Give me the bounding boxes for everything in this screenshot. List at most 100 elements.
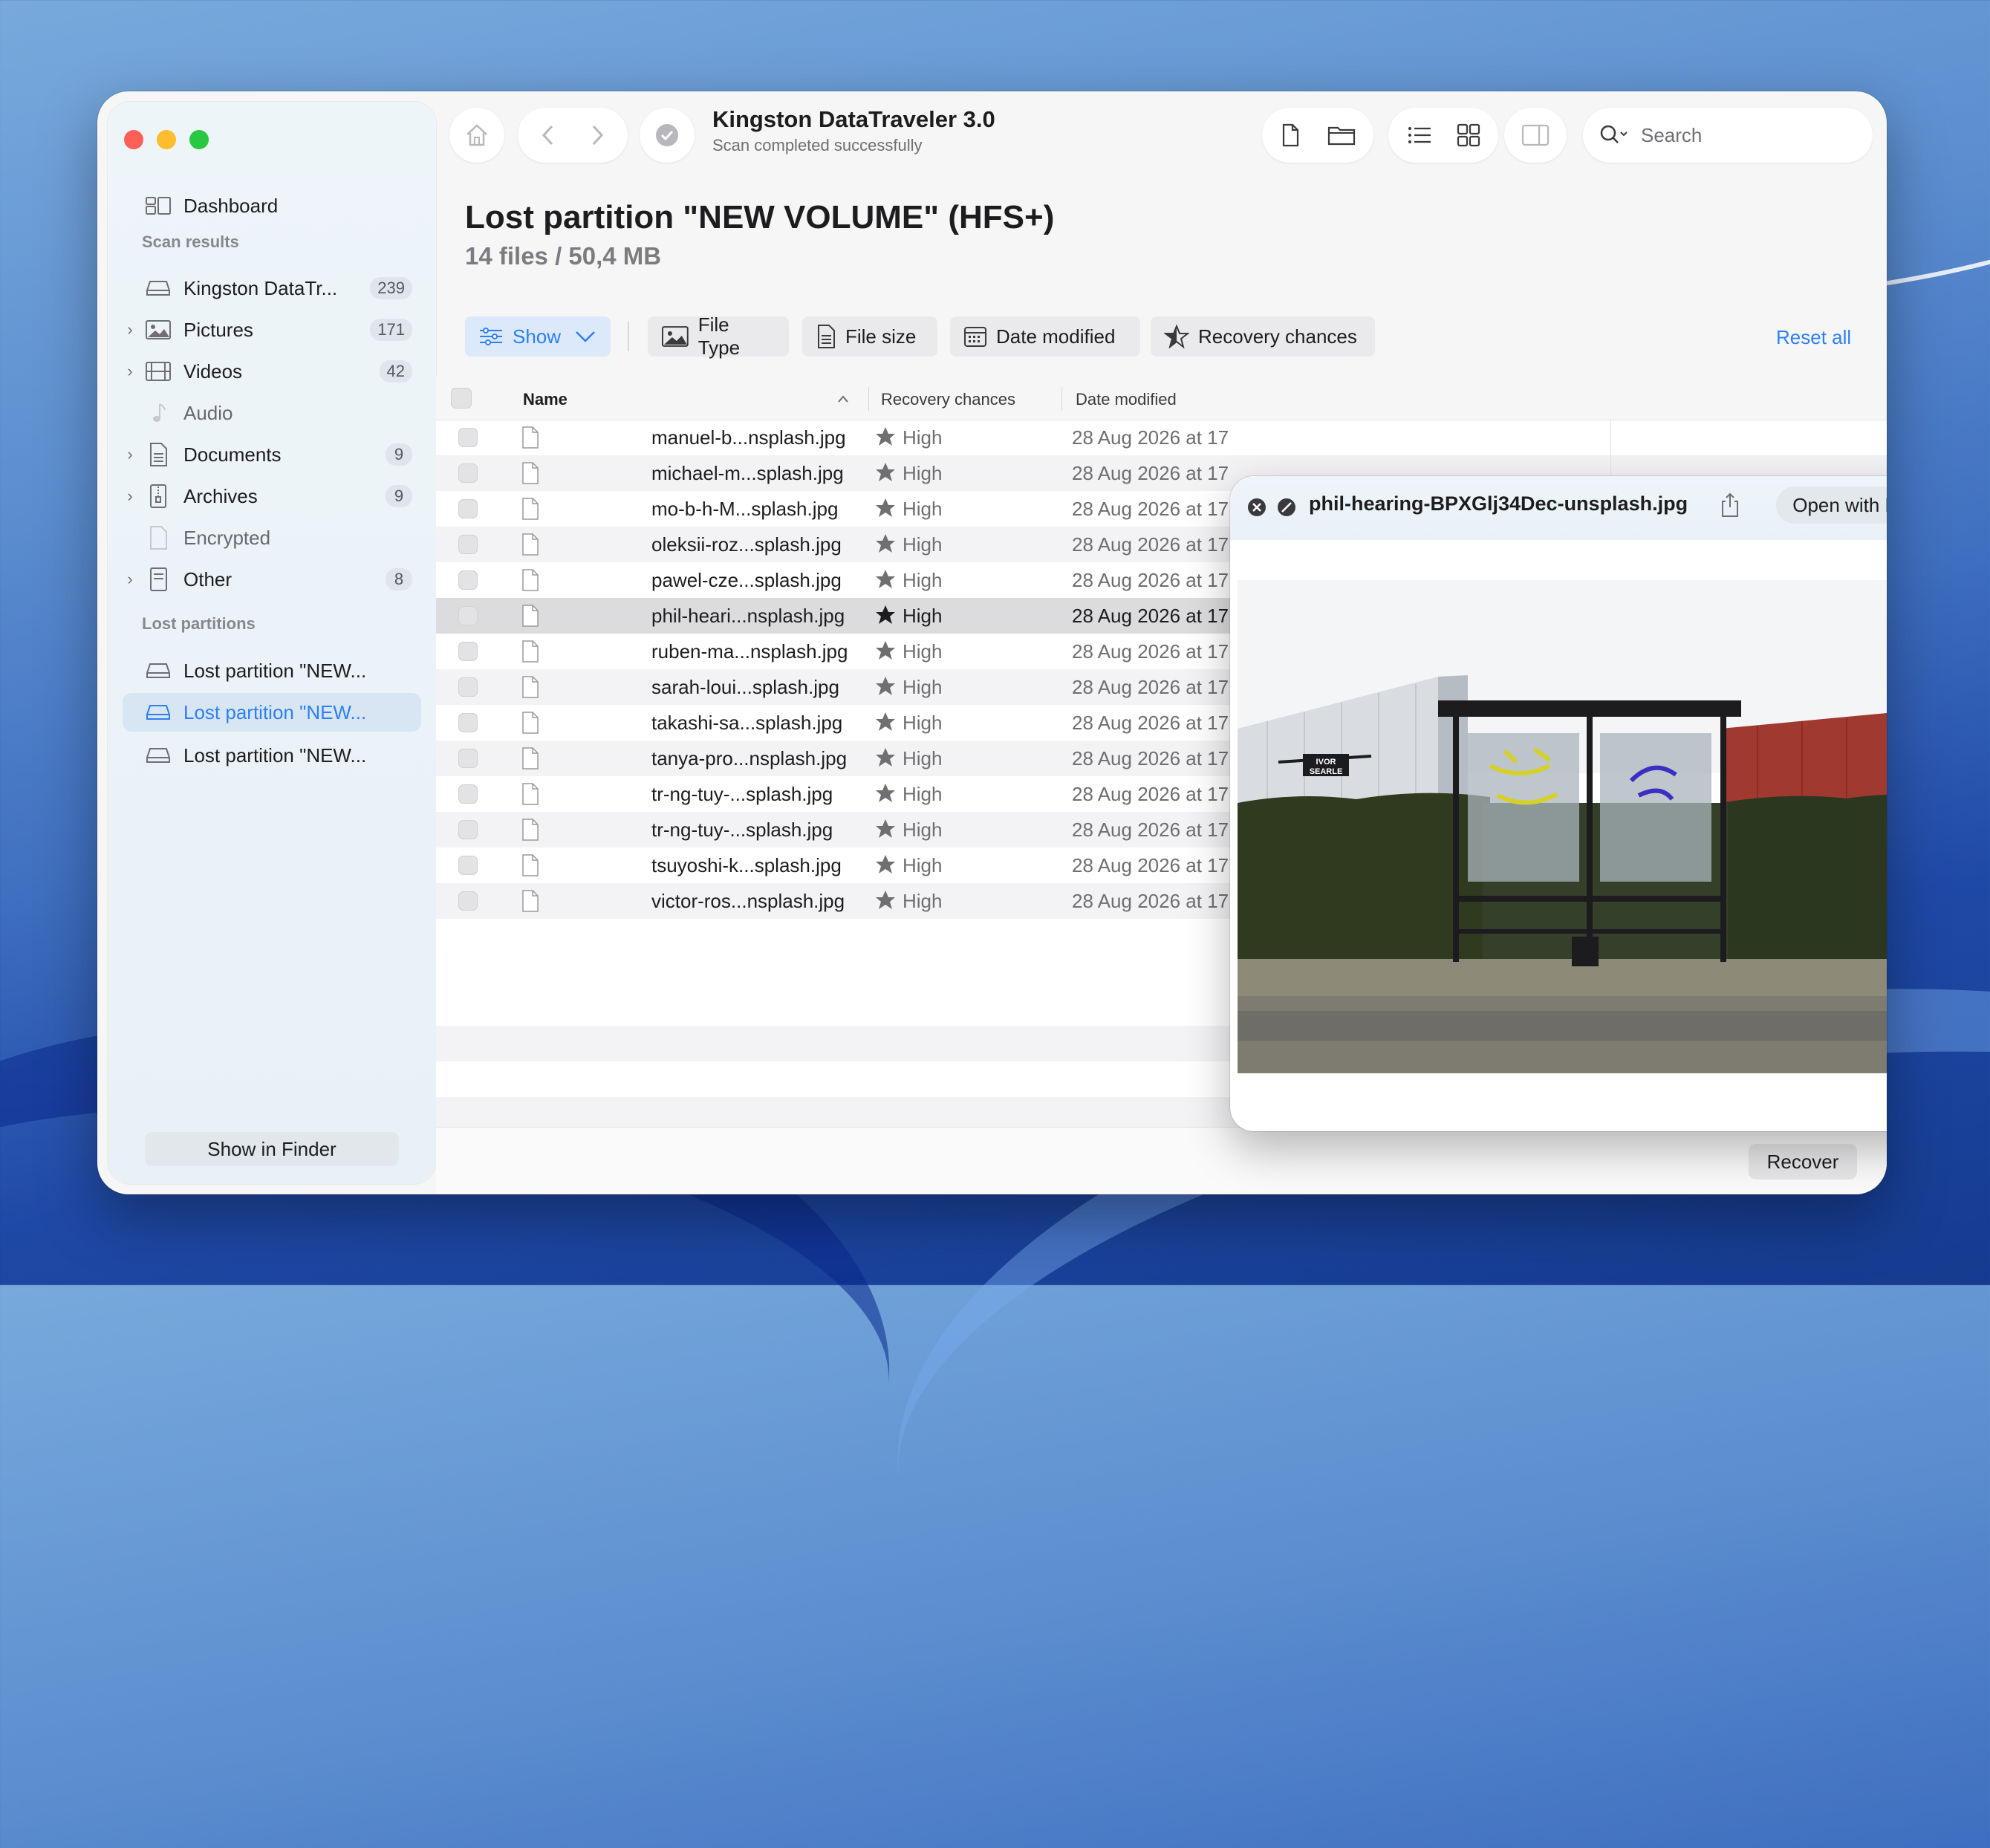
sidebar-item-lost-partition-3[interactable]: Lost partition "NEW... xyxy=(123,736,421,775)
drive-icon xyxy=(145,701,172,723)
row-checkbox[interactable] xyxy=(458,535,478,554)
row-checkbox[interactable] xyxy=(458,428,478,447)
page-title: Lost partition "NEW VOLUME" (HFS+) xyxy=(465,199,1055,235)
chevron-right-icon[interactable]: › xyxy=(123,362,137,381)
open-with-preview-button[interactable]: Open with Preview xyxy=(1776,487,1887,524)
file-icon[interactable] xyxy=(1279,123,1301,148)
sidebar-item-label: Pictures xyxy=(183,318,253,341)
row-checkbox[interactable] xyxy=(458,677,478,697)
star-icon xyxy=(876,677,895,695)
show-in-finder-button[interactable]: Show in Finder xyxy=(145,1132,399,1166)
row-checkbox[interactable] xyxy=(458,820,478,839)
row-checkbox[interactable] xyxy=(458,499,478,518)
file-icon xyxy=(522,890,539,912)
sidebar-item-label: Documents xyxy=(183,443,282,466)
search-field[interactable]: Search xyxy=(1583,108,1873,163)
home-button[interactable] xyxy=(449,108,504,163)
row-checkbox[interactable] xyxy=(458,570,478,590)
star-icon xyxy=(876,819,895,838)
table-row[interactable]: manuel-b...nsplash.jpg High 28 Aug 2026 at… xyxy=(436,420,1887,455)
file-icon xyxy=(522,640,539,663)
recovery-chances-label: Recovery chances xyxy=(1198,325,1357,348)
sidebar-item-pictures[interactable]: › Pictures 171 xyxy=(123,310,421,349)
file-name: ruben-ma...nsplash.jpg xyxy=(651,640,848,663)
close-preview-icon[interactable] xyxy=(1246,497,1267,518)
select-all-checkbox[interactable] xyxy=(451,388,472,409)
chevron-right-icon[interactable]: › xyxy=(123,320,137,339)
sort-ascending-icon[interactable] xyxy=(837,394,849,403)
table-header: Name Recovery chances Date modified xyxy=(436,377,1887,420)
page-summary: 14 files / 50,4 MB xyxy=(465,242,662,270)
chevron-right-icon[interactable]: › xyxy=(123,487,137,506)
sidebar: Dashboard Scan results Kingston DataTr..… xyxy=(108,102,436,1184)
list-view-icon[interactable] xyxy=(1406,124,1433,146)
recovery-chance: High xyxy=(903,605,943,627)
file-icon xyxy=(522,498,539,520)
sidebar-panel-icon xyxy=(1521,124,1550,146)
date-modified-filter[interactable]: Date modified xyxy=(950,316,1140,357)
sidebar-item-other[interactable]: › Other 8 xyxy=(123,560,421,599)
file-type-label: File Type xyxy=(698,313,741,359)
row-checkbox[interactable] xyxy=(458,856,478,875)
reset-all-link[interactable]: Reset all xyxy=(1776,326,1851,349)
row-checkbox[interactable] xyxy=(458,463,478,483)
column-header-date-modified[interactable]: Date modified xyxy=(1076,390,1177,409)
row-checkbox[interactable] xyxy=(458,784,478,804)
sidebar-item-audio[interactable]: Audio xyxy=(123,394,421,432)
star-icon xyxy=(876,463,895,481)
recovery-chance: High xyxy=(903,783,943,805)
share-icon[interactable] xyxy=(1719,491,1741,519)
scan-status-button[interactable] xyxy=(640,108,695,163)
count-badge: 42 xyxy=(379,360,412,383)
sidebar-item-lost-partition-2[interactable]: Lost partition "NEW... xyxy=(123,693,421,732)
back-icon[interactable] xyxy=(537,123,559,148)
star-icon xyxy=(876,855,895,873)
file-icon xyxy=(522,676,539,698)
folder-icon[interactable] xyxy=(1327,123,1356,147)
row-checkbox[interactable] xyxy=(458,606,478,625)
quick-look-preview: phil-hearing-BPXGlj34Dec-unsplash.jpg Op… xyxy=(1230,476,1887,1131)
sidebar-item-videos[interactable]: › Videos 42 xyxy=(123,352,421,391)
grid-view-icon[interactable] xyxy=(1457,123,1480,147)
sidebar-item-encrypted[interactable]: Encrypted xyxy=(123,518,421,557)
show-filter-button[interactable]: Show xyxy=(465,316,611,357)
forward-icon[interactable] xyxy=(586,123,608,148)
star-icon xyxy=(876,570,895,588)
file-name: manuel-b...nsplash.jpg xyxy=(651,426,846,449)
sidebar-item-dashboard[interactable]: Dashboard xyxy=(123,186,421,225)
file-icon xyxy=(522,712,539,734)
column-header-name[interactable]: Name xyxy=(523,390,568,409)
recover-button[interactable]: Recover xyxy=(1749,1144,1857,1180)
row-checkbox[interactable] xyxy=(458,642,478,661)
row-checkbox[interactable] xyxy=(458,713,478,732)
row-checkbox[interactable] xyxy=(458,749,478,768)
sidebar-item-lost-partition-1[interactable]: Lost partition "NEW... xyxy=(123,651,421,690)
recovery-chances-filter[interactable]: Recovery chances xyxy=(1151,316,1375,357)
recovery-chance: High xyxy=(903,533,943,556)
navigation-buttons xyxy=(518,108,628,163)
chevron-right-icon[interactable]: › xyxy=(123,570,137,589)
file-name: tr-ng-tuy-...splash.jpg xyxy=(651,783,833,805)
sidebar-item-documents[interactable]: › Documents 9 xyxy=(123,435,421,474)
row-checkbox[interactable] xyxy=(458,891,478,911)
file-size-filter[interactable]: File size xyxy=(802,316,937,357)
minimize-window-button[interactable] xyxy=(157,130,176,149)
file-type-filter[interactable]: File Type xyxy=(648,313,789,359)
file-name: victor-ros...nsplash.jpg xyxy=(651,890,845,912)
preview-image: IVOR SEARLE xyxy=(1238,580,1887,1073)
sidebar-item-kingston[interactable]: Kingston DataTr... 239 xyxy=(123,269,421,308)
count-badge: 239 xyxy=(370,277,412,299)
sidebar-item-label: Dashboard xyxy=(183,194,279,217)
file-name: takashi-sa...splash.jpg xyxy=(651,712,843,734)
column-separator xyxy=(868,387,869,411)
zoom-window-button[interactable] xyxy=(189,130,209,149)
close-window-button[interactable] xyxy=(124,130,143,149)
column-header-recovery-chances[interactable]: Recovery chances xyxy=(881,390,1015,409)
app-window: Dashboard Scan results Kingston DataTr..… xyxy=(97,91,1887,1194)
recovery-chance: High xyxy=(903,569,943,591)
chevron-right-icon[interactable]: › xyxy=(123,445,137,464)
file-icon xyxy=(522,569,539,591)
sidebar-item-archives[interactable]: › Archives 9 xyxy=(123,477,421,515)
file-name: sarah-loui...splash.jpg xyxy=(651,676,839,698)
toggle-preview-panel-button[interactable] xyxy=(1504,108,1567,163)
